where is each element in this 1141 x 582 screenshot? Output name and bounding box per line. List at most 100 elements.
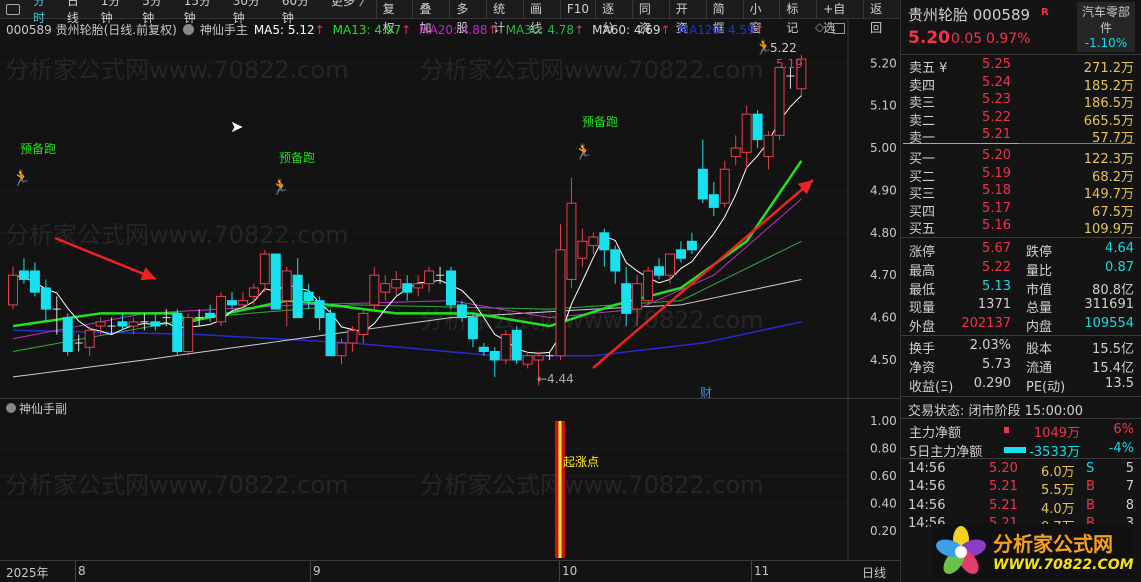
stat-row-cell: 5.67 [982,241,1011,256]
diamond-icon[interactable]: ◇ [815,20,824,34]
date-axis: 2025年 8 9 10 11 日线 [0,560,900,582]
candle [172,309,183,356]
ma-value: MA30: 4.78 [505,22,575,37]
candle [281,266,292,327]
candle [467,313,478,348]
toolbar-button[interactable]: F10 [559,0,595,19]
stat-row-cell: 总量 [1026,301,1053,317]
bid-row-cell: 5.17 [982,200,1011,216]
toolbar-button[interactable]: 复权 [375,0,413,35]
tick-row-cell: 6.0万 [1041,465,1075,480]
candle [369,266,380,310]
indicator-dropdown-icon[interactable] [182,24,194,35]
stat-row: 最高 5.22 量比 0.87 [901,260,1141,279]
sector-change: -1.10% [1084,36,1128,50]
toolbar-button[interactable]: 叠加 [412,0,449,35]
stat-row-cell: 0.290 [973,375,1011,391]
price-tick: 5.10 [870,99,897,113]
bid-row: 买二 5.19 68.2万 [901,166,1141,185]
stat-row-cell: 净资 [909,360,936,376]
sub-indicator-title[interactable]: 神仙手副 [6,400,67,417]
stat-row-cell: 最高 [909,263,936,279]
main-indicator-name[interactable]: 神仙手主 [200,21,248,38]
candle [752,109,763,149]
ask-row-cell: 186.5万 [1083,96,1134,111]
toolbar-button[interactable]: 统计 [486,0,523,35]
candle [391,270,402,297]
toolbar-button[interactable]: 简框 [705,0,743,35]
ask-row-cell: 271.2万 [1083,61,1134,76]
candle [303,283,314,310]
candle [643,266,654,305]
ask-row-cell: 卖二 [909,113,936,129]
bid-row: 买五 5.16 109.9万 [901,218,1141,237]
logo-title: 分析家公式网 [993,532,1113,556]
tick-row-cell: 14:56 [908,461,946,476]
runner-icon: 🏃 [12,169,31,187]
date-label: 11 [754,564,770,578]
bid-row-cell: 买一 [909,152,936,167]
price-tick: 4.90 [870,183,897,197]
ma-value: MA13: 4.97 [332,22,402,37]
candle [183,313,194,356]
stat-row-cell: 流通 [1026,360,1053,376]
ready-label: 预备跑 [279,151,316,165]
toolbar-button[interactable]: 多股 [449,0,486,35]
site-logo: 分析家公式网 WWW.70822.COM [931,524,1134,580]
candle [205,304,216,322]
tick-row-cell: 5.20 [989,461,1018,476]
ma-value: MA5: 5.12 [253,22,315,37]
toolbar-button[interactable]: 小窗 [742,0,780,35]
dropdown-icon[interactable] [6,403,16,413]
bid-row-cell: 5.16 [982,218,1011,233]
candle [489,347,500,377]
bid-row-cell: 109.9万 [1083,222,1134,237]
toolbar-button[interactable]: 画线 [523,0,560,35]
tick-row-cell: 5.21 [989,497,1018,513]
ask-row-cell: 5.24 [982,74,1011,90]
toolbar-button[interactable]: 开资 [668,0,706,35]
flow-bar [1004,446,1026,453]
signal-bar-core [558,421,562,558]
candle [500,330,511,365]
runner-icon: 🏃 [574,143,593,161]
candle [150,313,161,331]
bid-row-cell: 149.7万 [1083,187,1134,202]
ma-label: MA13: 4.97↑ [333,23,411,37]
candle [708,181,719,216]
candle [216,292,227,327]
candle [18,258,29,284]
candle [29,262,40,297]
fund-flow-row-cell: 6% [1113,422,1134,437]
panel-icon[interactable] [833,23,845,34]
stat-row: 换手 2.03% 股本 15.5亿 [901,338,1141,357]
ask-row-cell: 5.25 [982,57,1011,72]
tick-row-cell: B [1086,479,1095,495]
candle [424,266,435,293]
date-label: 9 [313,564,321,578]
toolbar-button[interactable]: 逐分 [595,0,632,35]
price-change-pct: 0.97% [986,31,1031,47]
date-tick [310,561,311,581]
toolbar-button[interactable]: 同资 [631,0,669,35]
stat-row-cell: 5.13 [982,278,1011,294]
ask-row: 卖三 5.23 186.5万 [901,92,1141,111]
price-change: 0.05 [951,31,983,47]
toolbar-button[interactable]: 标记 [779,0,816,35]
bid-row-cell: 5.18 [982,183,1011,198]
stat-row-cell: 外盘 [909,320,936,336]
panel-toggle-icon[interactable] [6,3,20,15]
sector-box[interactable]: 汽车零部件 -1.10% [1077,2,1135,52]
bid-row: 买四 5.17 67.5万 [901,200,1141,220]
up-arrow-icon: ↑ [660,22,671,37]
ask-row-cell: 665.5万 [1083,113,1134,129]
candle [128,317,139,335]
candle [314,296,325,331]
toolbar-button[interactable]: 返回 [863,0,900,35]
candle [237,292,248,310]
kline-chart[interactable]: 5.20 5.10 5.00 4.90 4.80 4.70 4.60 4.50 1.00 0.8… [0,0,900,582]
ma-label: MA5: 5.12↑ [254,23,325,37]
price-tick: 4.50 [870,353,897,367]
toolbar-button[interactable]: +自选 [816,0,863,35]
stat-row-cell: PE(动) [1026,379,1066,395]
